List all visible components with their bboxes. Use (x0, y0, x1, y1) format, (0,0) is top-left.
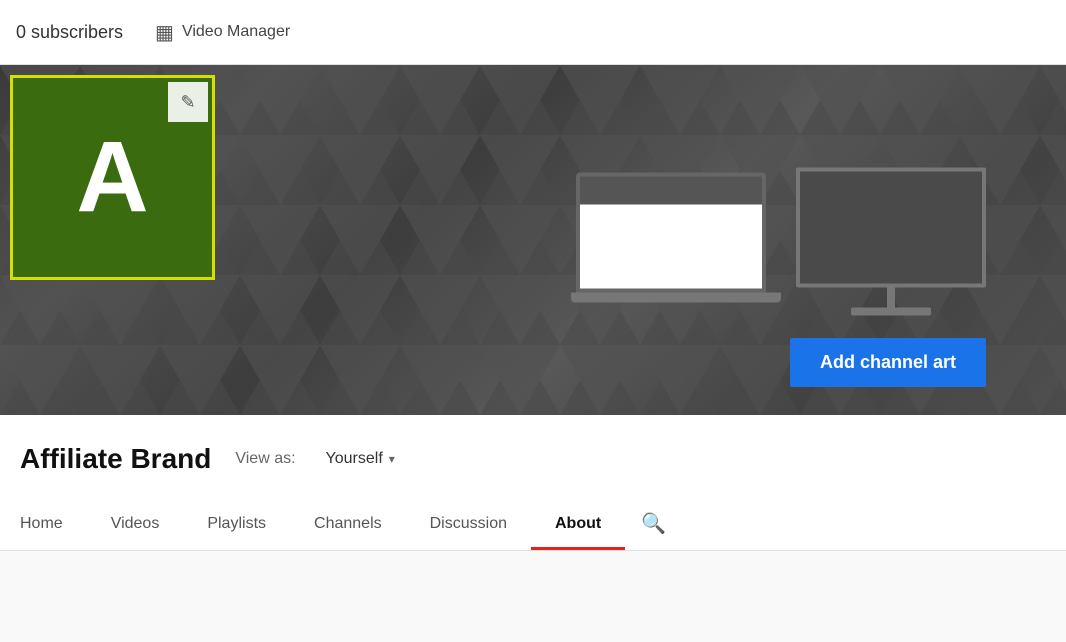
channel-nav-tabs: Home Videos Playlists Channels Discussio… (20, 499, 1046, 550)
view-as-label: View as: (235, 450, 295, 468)
channel-avatar[interactable]: A ✎ (10, 75, 215, 280)
laptop-device (576, 173, 776, 313)
add-channel-art-button[interactable]: Add channel art (790, 338, 986, 387)
tab-discussion[interactable]: Discussion (406, 503, 531, 550)
monitor-base (851, 308, 931, 316)
chevron-down-icon: ▾ (389, 452, 395, 466)
devices-illustration (576, 168, 986, 313)
laptop-screen (576, 173, 766, 293)
video-manager-label: Video Manager (182, 23, 290, 41)
top-bar: 0 subscribers ▦ Video Manager (0, 0, 1066, 65)
tab-channels[interactable]: Channels (290, 503, 406, 550)
avatar-edit-button[interactable]: ✎ (168, 82, 208, 122)
channel-info-section: Affiliate Brand View as: Yourself ▾ Home… (0, 415, 1066, 551)
channel-banner[interactable]: A ✎ Add channel art (0, 65, 1066, 415)
pencil-icon: ✎ (180, 92, 195, 113)
tab-about[interactable]: About (531, 503, 625, 550)
view-as-value: Yourself (326, 450, 383, 468)
view-as-dropdown[interactable]: Yourself ▾ (326, 450, 395, 468)
tab-playlists[interactable]: Playlists (183, 503, 290, 550)
channel-name-row: Affiliate Brand View as: Yourself ▾ (20, 443, 1046, 475)
subscribers-count: 0 subscribers (16, 22, 123, 43)
monitor-stand (887, 288, 895, 308)
channel-search-icon[interactable]: 🔍 (625, 499, 682, 550)
monitor-device (796, 168, 986, 313)
laptop-screen-bar (580, 177, 762, 205)
monitor-screen (796, 168, 986, 288)
tab-home[interactable]: Home (20, 503, 87, 550)
video-manager-icon: ▦ (155, 20, 174, 45)
laptop-base (571, 293, 781, 303)
tab-videos[interactable]: Videos (87, 503, 184, 550)
video-manager-button[interactable]: ▦ Video Manager (155, 20, 290, 45)
avatar-letter: A (76, 120, 148, 235)
channel-name: Affiliate Brand (20, 443, 211, 475)
